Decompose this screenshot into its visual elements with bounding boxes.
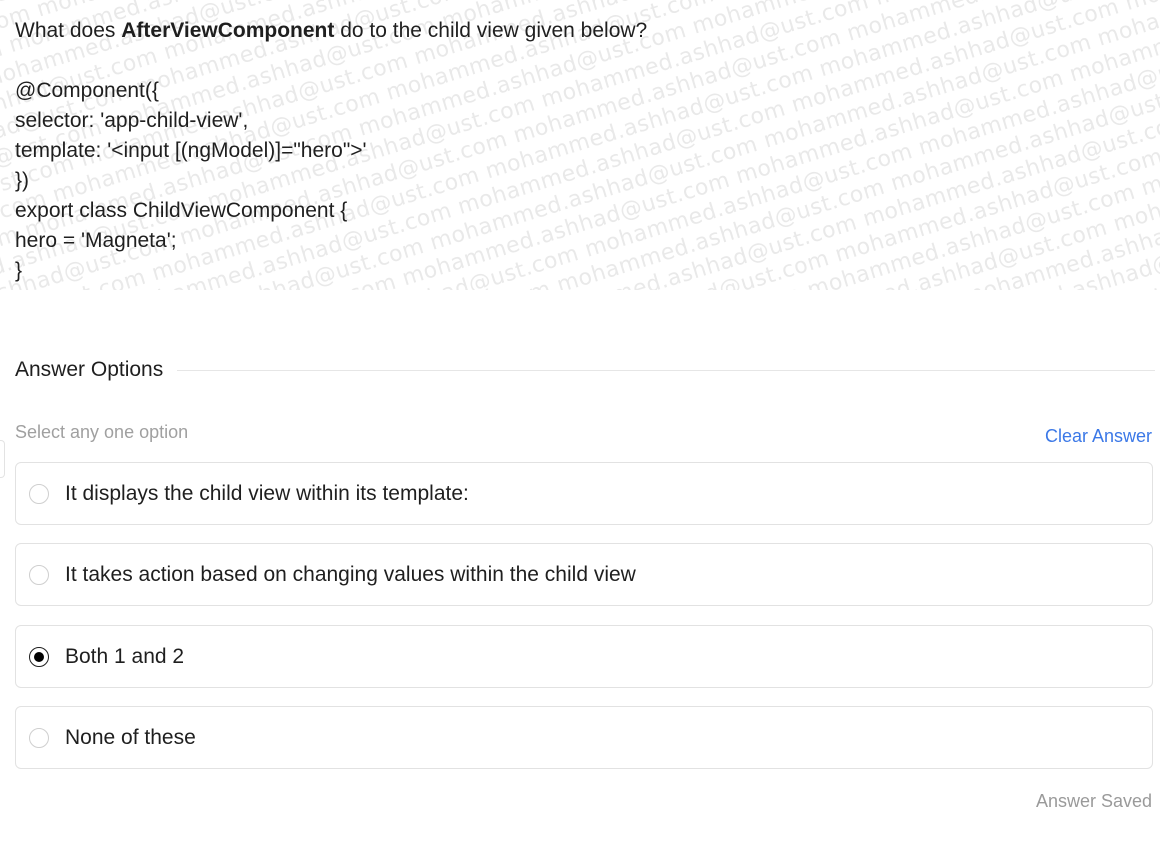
code-snippet: @Component({ selector: 'app-child-view',… <box>15 76 367 286</box>
code-line: }) <box>15 169 30 192</box>
question-text: What does AfterViewComponent do to the c… <box>15 16 647 46</box>
radio-button[interactable] <box>29 564 49 585</box>
radio-button[interactable] <box>29 483 49 504</box>
clear-answer-button[interactable]: Clear Answer <box>1045 426 1152 447</box>
answer-saved-status: Answer Saved <box>1035 791 1152 811</box>
code-line: selector: 'app-child-view', <box>15 109 249 132</box>
question-prefix: What does <box>15 19 122 42</box>
question-suffix: do to the child view given below? <box>334 19 648 42</box>
question-page: mohammed.ashhad@ust.com mohammed.ashhad@… <box>0 0 1171 860</box>
answer-option-3[interactable]: Both 1 and 2 <box>15 625 1153 688</box>
header-divider <box>177 369 1155 371</box>
option-label: It displays the child view within its te… <box>65 481 469 505</box>
code-line: export class ChildViewComponent { <box>15 199 348 222</box>
code-line: @Component({ <box>15 79 159 102</box>
answer-option-1[interactable]: It displays the child view within its te… <box>15 462 1153 525</box>
code-line: template: '<input [(ngModel)]="hero">' <box>15 139 367 162</box>
answer-options-title: Answer Options <box>15 358 164 381</box>
code-line: hero = 'Magneta'; <box>15 229 177 252</box>
question-keyword: AfterViewComponent <box>121 19 335 42</box>
option-label: It takes action based on changing values… <box>65 562 636 586</box>
answer-option-2[interactable]: It takes action based on changing values… <box>15 543 1153 606</box>
question-panel: mohammed.ashhad@ust.com mohammed.ashhad@… <box>0 0 1160 290</box>
option-label: Both 1 and 2 <box>65 644 185 668</box>
side-panel-handle[interactable] <box>0 440 5 478</box>
code-line: } <box>15 259 23 282</box>
answer-options-header: Answer Options <box>15 358 1155 382</box>
selection-hint: Select any one option <box>15 422 189 442</box>
answer-option-4[interactable]: None of these <box>15 706 1153 769</box>
radio-button[interactable] <box>29 646 49 667</box>
radio-button[interactable] <box>29 727 49 748</box>
option-label: None of these <box>65 725 196 749</box>
